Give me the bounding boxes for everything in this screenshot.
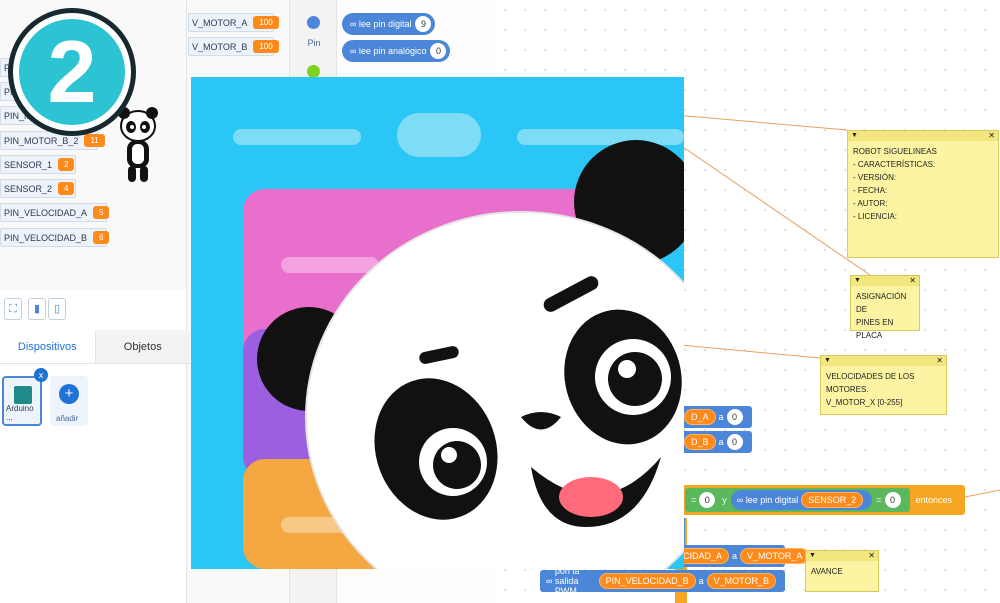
note-text[interactable]: ROBOT SIGUELINEAS - CARACTERÍSTICAS: - V…: [848, 141, 998, 227]
variable-value[interactable]: 2: [58, 158, 75, 171]
variable-value[interactable]: 100: [253, 16, 279, 29]
variable-chip[interactable]: V_MOTOR_A 100: [188, 13, 279, 32]
note-header: ▼ ✕: [821, 356, 946, 366]
close-icon[interactable]: ✕: [909, 276, 916, 285]
block-text: a: [718, 412, 724, 422]
panda-mascot-icon: [118, 107, 158, 182]
collapse-icon[interactable]: ▼: [809, 552, 816, 559]
link-icon: ∞: [350, 46, 359, 56]
number-input[interactable]: 0: [884, 492, 901, 508]
number-input[interactable]: 0: [699, 492, 716, 508]
variable-name: PIN_MOTOR_B_2: [4, 135, 79, 146]
plus-icon: +: [59, 384, 79, 404]
variable-name: PIN_VELOCIDAD_B: [4, 232, 88, 243]
palette-block-read-analog[interactable]: ∞ lee pin analógico 0: [342, 40, 451, 62]
variable-name: SENSOR_2: [4, 183, 53, 194]
step-number: 2: [19, 19, 125, 125]
variable-name: PIN_VELOCIDAD_A: [4, 207, 88, 218]
variable-value[interactable]: 100: [253, 40, 279, 53]
number-input[interactable]: 0: [726, 409, 743, 425]
remove-device-button[interactable]: x: [34, 368, 48, 382]
collapse-icon[interactable]: ▼: [824, 357, 831, 364]
block-text: a: [732, 551, 738, 561]
condition-expression[interactable]: = 0 y ∞ lee pin digital SENSOR_2 = 0: [685, 488, 910, 512]
block-value[interactable]: 9: [415, 16, 432, 32]
note-text[interactable]: VELOCIDADES DE LOS MOTORES. V_MOTOR_X [0…: [821, 366, 946, 413]
block-value[interactable]: 0: [430, 43, 447, 59]
close-icon[interactable]: ✕: [936, 356, 943, 365]
block-label: lee pin digital: [358, 19, 412, 29]
variable-name: V_MOTOR_A: [192, 17, 248, 28]
variable-pill[interactable]: D_B: [684, 434, 716, 450]
arduino-board-icon: [14, 386, 32, 404]
variable-pill[interactable]: SENSOR_2: [801, 492, 864, 508]
layout-split-icon[interactable]: ▮: [28, 298, 46, 320]
app-root: PIN_ PIN_ PIN_MO PIN_MOTOR_B_211 SENSOR_…: [0, 0, 1000, 603]
if-condition-block[interactable]: = 0 y ∞ lee pin digital SENSOR_2 = 0 ento…: [675, 485, 965, 515]
collapse-icon[interactable]: ▼: [851, 132, 858, 139]
variable-name: SENSOR_1: [4, 159, 53, 170]
note-text[interactable]: ASIGNACIÓN DE PINES EN PLACA: [851, 286, 919, 346]
device-label: Arduino ...: [6, 404, 34, 422]
variable-chip[interactable]: V_MOTOR_B 100: [188, 37, 279, 56]
variable-pill[interactable]: V_MOTOR_B: [706, 573, 776, 589]
block-text: a: [698, 576, 704, 586]
collapse-icon[interactable]: ▼: [854, 277, 861, 284]
comment-note[interactable]: ▼ ✕ ASIGNACIÓN DE PINES EN PLACA: [850, 275, 920, 340]
variable-chip[interactable]: PIN_VELOCIDAD_A 5: [0, 203, 110, 222]
category-pin-icon[interactable]: [307, 16, 320, 29]
block-label: lee pin digital: [745, 495, 799, 505]
comment-note[interactable]: ▼ ✕ AVANCE: [805, 550, 879, 592]
and-operator: y: [722, 495, 727, 505]
close-icon[interactable]: ✕: [988, 131, 995, 140]
note-header: ▼ ✕: [851, 276, 919, 286]
block-label: lee pin analógico: [358, 46, 427, 56]
panda-face-icon: [233, 113, 684, 569]
palette-block-read-digital[interactable]: ∞ lee pin digital 9: [342, 13, 436, 35]
variable-value[interactable]: 6: [93, 231, 110, 244]
then-label: entonces: [915, 495, 953, 505]
equals-operator: =: [876, 495, 882, 505]
tab-objects[interactable]: Objetos: [95, 330, 190, 364]
pwm-output-block[interactable]: ∞ pon la salida PWM PIN_VELOCIDAD_B a V_MOT…: [540, 566, 785, 596]
add-device-button[interactable]: + añadir: [50, 376, 88, 426]
step-number-badge: 2: [8, 8, 136, 136]
set-variable-block[interactable]: D_B a 0: [675, 431, 752, 453]
tab-devices[interactable]: Dispositivos: [0, 330, 96, 364]
note-header: ▼ ✕: [848, 131, 998, 141]
block-label: pon la salida PWM: [554, 566, 580, 596]
variable-chip[interactable]: SENSOR_2 4: [0, 179, 76, 198]
note-header: ▼ ✕: [806, 551, 878, 561]
variable-pill[interactable]: D_A: [684, 409, 716, 425]
link-icon: ∞: [736, 495, 746, 505]
variable-value[interactable]: 4: [58, 182, 75, 195]
add-device-label: añadir: [56, 414, 79, 423]
close-icon[interactable]: ✕: [868, 551, 875, 560]
variable-value[interactable]: 11: [84, 134, 105, 147]
comment-note[interactable]: ▼ ✕ VELOCIDADES DE LOS MOTORES. V_MOTOR_X…: [820, 355, 947, 415]
block-text: a: [718, 437, 724, 447]
note-text[interactable]: AVANCE: [806, 561, 878, 582]
variable-pill[interactable]: PIN_VELOCIDAD_B: [598, 573, 696, 589]
link-icon: ∞: [350, 19, 359, 29]
read-digital-block[interactable]: ∞ lee pin digital SENSOR_2: [730, 490, 873, 510]
equals-operator: =: [691, 495, 697, 505]
comment-note[interactable]: ▼ ✕ ROBOT SIGUELINEAS - CARACTERÍSTICAS: …: [847, 130, 999, 258]
set-variable-block[interactable]: D_A a 0: [675, 406, 752, 428]
variable-value[interactable]: 5: [93, 206, 110, 219]
variable-name: V_MOTOR_B: [192, 41, 248, 52]
number-input[interactable]: 0: [726, 434, 743, 450]
device-card-arduino[interactable]: Arduino ...: [2, 376, 42, 426]
variable-chip[interactable]: SENSOR_1 2: [0, 155, 76, 174]
fullscreen-icon[interactable]: ⛶: [4, 298, 22, 320]
category-pin-label[interactable]: Pin: [300, 38, 328, 48]
panda-illustration: [191, 77, 684, 569]
variable-pill[interactable]: V_MOTOR_A: [740, 548, 810, 564]
layout-columns-icon[interactable]: ▯: [48, 298, 66, 320]
variable-chip[interactable]: PIN_VELOCIDAD_B 6: [0, 228, 110, 247]
device-tabs: Dispositivos Objetos: [0, 330, 190, 364]
link-icon: ∞: [546, 576, 555, 586]
